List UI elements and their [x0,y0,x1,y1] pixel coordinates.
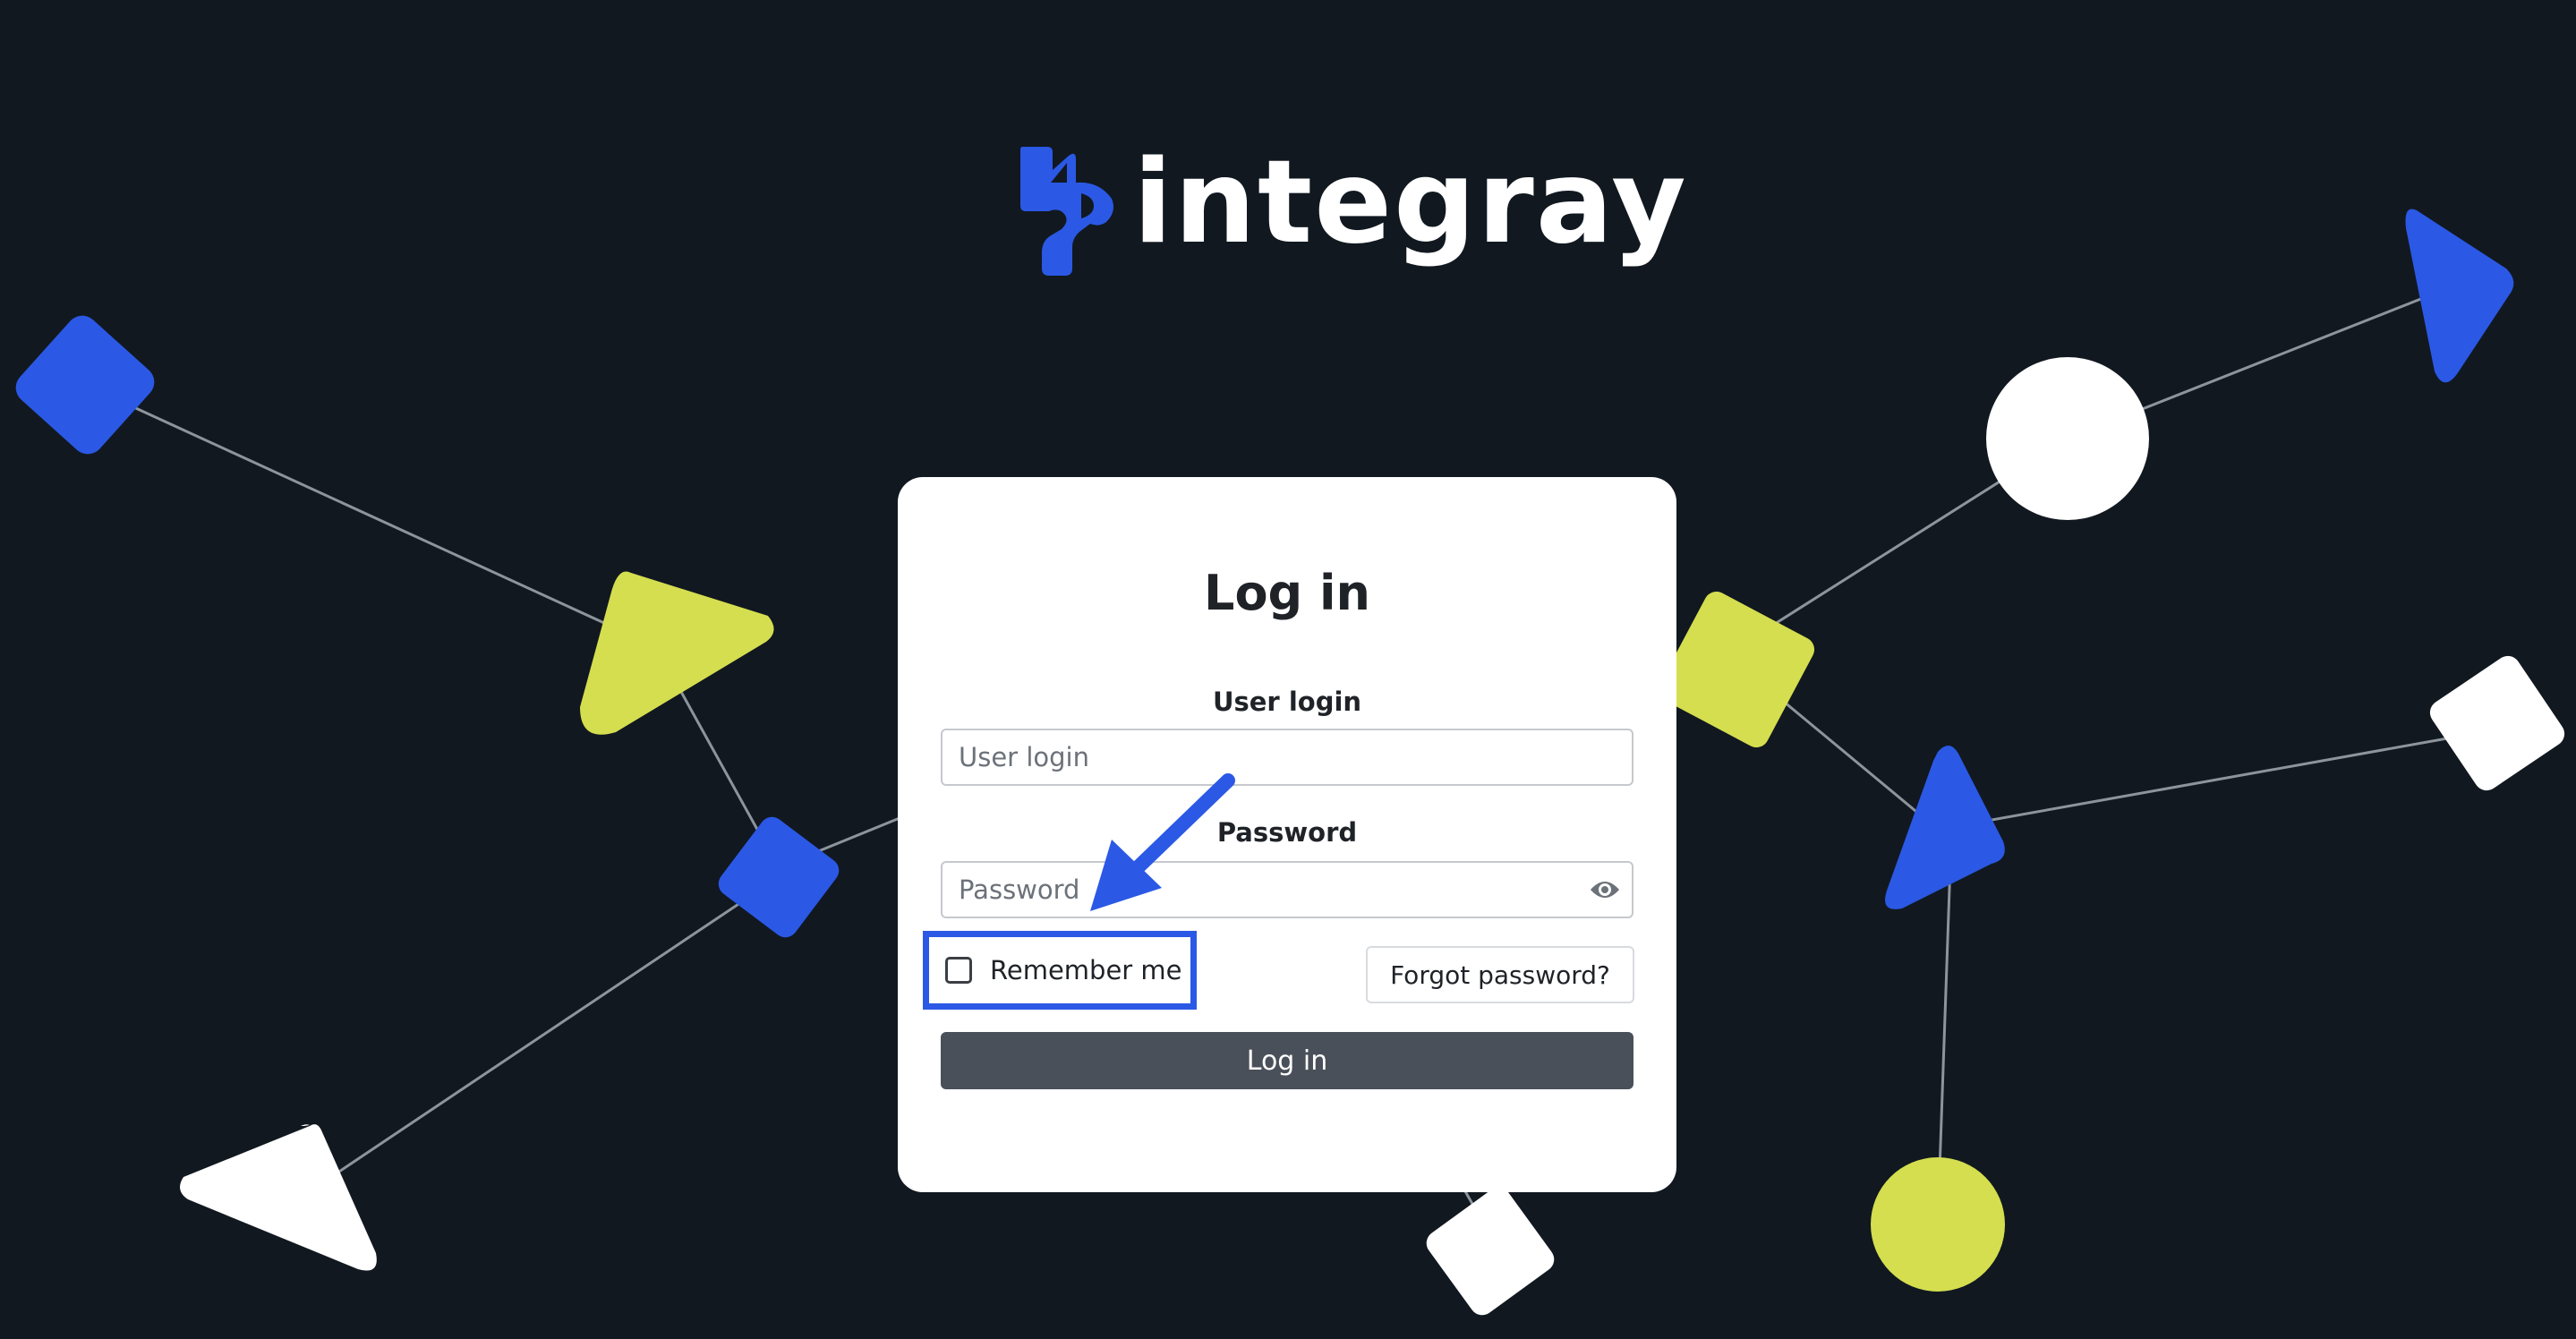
white-diamond-shape [1426,1187,1555,1316]
login-page: integray Log in User login Password Reme… [0,0,2576,1339]
white-triangle-shape [180,1124,377,1271]
remember-me-checkbox[interactable] [945,957,972,984]
blue-triangle-shape [1885,745,2005,909]
eye-icon [1591,882,1619,898]
password-input[interactable] [941,861,1633,918]
forgot-password-button[interactable]: Forgot password? [1366,946,1634,1003]
page-title: Log in [1204,565,1370,621]
blue-diamond-shape [15,315,155,455]
white-circle-shape [1986,357,2149,520]
remember-me-label[interactable]: Remember me [990,955,1182,985]
login-card: Log in User login Password Remember me F… [898,477,1676,1192]
white-diamond-shape [2429,655,2565,791]
blue-triangle-shape [2405,209,2514,383]
user-login-input[interactable] [941,729,1633,786]
brand-logo: integray [1017,143,1688,277]
yellow-triangle-shape [580,571,774,735]
remember-me-highlight: Remember me [923,931,1197,1010]
integray-logo-icon [1020,147,1113,276]
password-label: Password [1216,817,1358,848]
login-submit-button[interactable]: Log in [941,1032,1633,1089]
blue-diamond-shape [718,816,840,938]
annotation-arrow-icon [1090,773,1235,911]
show-password-button[interactable] [1587,872,1623,908]
brand-wordmark: integray [1133,136,1688,269]
yellow-circle-shape [1871,1157,2005,1292]
user-login-label: User login [1212,687,1362,717]
